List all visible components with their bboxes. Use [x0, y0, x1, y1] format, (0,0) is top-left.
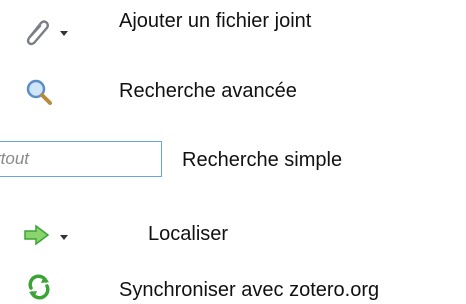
paperclip-icon	[22, 16, 52, 51]
search-input[interactable]	[0, 141, 161, 177]
locate-button[interactable]	[22, 223, 68, 252]
locate-label: Localiser	[148, 223, 229, 245]
sync-icon	[24, 272, 54, 304]
dropdown-caret-icon[interactable]	[60, 235, 68, 240]
magnifier-icon	[24, 77, 54, 112]
sync-button[interactable]	[24, 272, 54, 304]
advanced-search-label: Recherche avancée	[119, 80, 297, 102]
add-attachment-button[interactable]	[22, 16, 68, 51]
add-attachment-label: Ajouter un fichier joint	[119, 10, 312, 32]
green-arrow-right-icon	[22, 223, 52, 252]
advanced-search-button[interactable]	[24, 77, 54, 112]
simple-search-label: Recherche simple	[182, 149, 343, 171]
zotero-toolbar-legend: Ajouter un fichier joint Recherche avanc…	[0, 0, 466, 304]
search-field[interactable]	[0, 141, 162, 177]
dropdown-caret-icon[interactable]	[60, 31, 68, 36]
sync-label: Synchroniser avec zotero.org	[119, 279, 380, 301]
